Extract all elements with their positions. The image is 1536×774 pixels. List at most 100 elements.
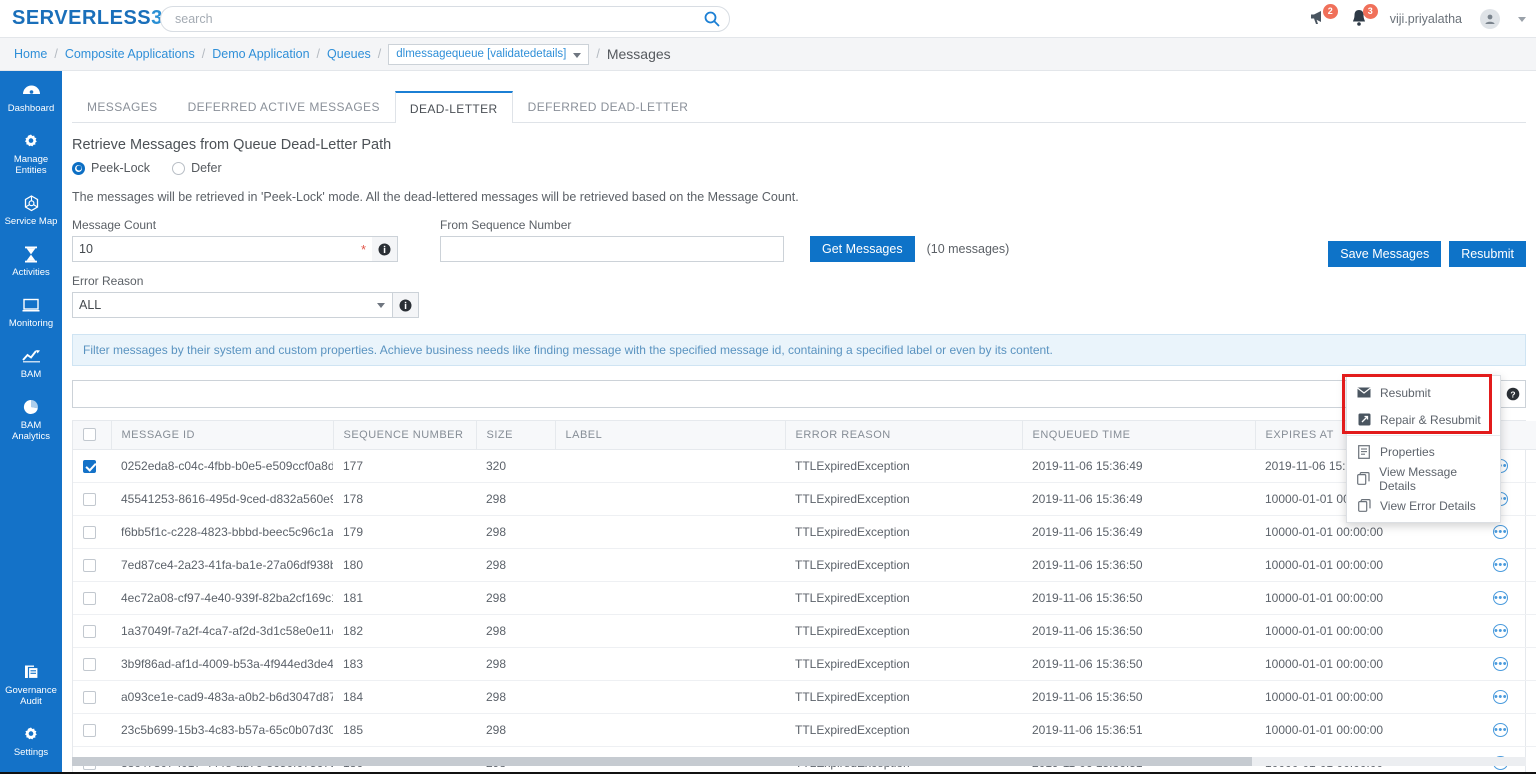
- scrollbar-thumb[interactable]: [72, 757, 1252, 766]
- queue-select-value: dlmessagequeue [validatedetails]: [396, 48, 566, 60]
- table-row[interactable]: 0252eda8-c04c-4fbb-b0e5-e509ccf0a8d61773…: [73, 449, 1536, 482]
- error-reason-select[interactable]: [72, 292, 393, 318]
- notifications-icon[interactable]: 3: [1350, 8, 1372, 30]
- cell-sequence-number: 180: [333, 548, 476, 581]
- sidebar-item-bam[interactable]: BAM: [0, 337, 62, 388]
- row-checkbox[interactable]: [83, 691, 96, 704]
- avatar[interactable]: [1480, 9, 1500, 29]
- sidebar-item-bam-analytics[interactable]: BAM Analytics: [0, 388, 62, 450]
- error-reason-info-icon[interactable]: [393, 292, 419, 318]
- horizontal-scrollbar[interactable]: [72, 757, 1526, 766]
- sidebar-item-monitoring[interactable]: Monitoring: [0, 286, 62, 337]
- column-sequence-number[interactable]: SEQUENCE NUMBER: [333, 421, 476, 449]
- sidebar-item-service-map[interactable]: Service Map: [0, 184, 62, 235]
- radio-defer[interactable]: Defer: [172, 161, 222, 175]
- column-label[interactable]: LABEL: [555, 421, 785, 449]
- radio-peek-lock[interactable]: Peek-Lock: [72, 161, 150, 175]
- table-row[interactable]: a093ce1e-cad9-483a-a0b2-b6d3047d87361842…: [73, 680, 1536, 713]
- required-marker: *: [361, 242, 366, 257]
- breadcrumb-item-composite-applications[interactable]: Composite Applications: [65, 47, 195, 61]
- breadcrumb-item-queues[interactable]: Queues: [327, 47, 371, 61]
- sidebar-item-activities[interactable]: Activities: [0, 235, 62, 286]
- ellipsis-icon[interactable]: •••: [1493, 525, 1508, 539]
- get-messages-button[interactable]: Get Messages: [810, 236, 915, 262]
- tab-deferred-dead-letter[interactable]: DEFERRED DEAD-LETTER: [513, 90, 704, 122]
- ellipsis-icon[interactable]: •••: [1493, 690, 1508, 704]
- search-input[interactable]: [160, 6, 730, 32]
- message-count-control: *: [72, 236, 398, 262]
- table-row[interactable]: 1a37049f-7a2f-4ca7-af2d-3d1c58e0e11d1822…: [73, 614, 1536, 647]
- ellipsis-icon[interactable]: •••: [1493, 723, 1508, 737]
- table-row[interactable]: 7ed87ce4-2a23-41fa-ba1e-27a06df938b51802…: [73, 548, 1536, 581]
- row-checkbox[interactable]: [83, 724, 96, 737]
- row-checkbox[interactable]: [83, 493, 96, 506]
- queue-select[interactable]: dlmessagequeue [validatedetails]: [388, 44, 589, 65]
- message-count-label: Message Count: [72, 218, 398, 232]
- column-size[interactable]: SIZE: [476, 421, 555, 449]
- cell-expires-at: 10000-01-01 00:00:00: [1255, 614, 1483, 647]
- menu-item-view-message-details[interactable]: View Message Details: [1347, 465, 1500, 492]
- menu-item-repair-resubmit[interactable]: Repair & Resubmit: [1347, 406, 1500, 433]
- messages-table: MESSAGE ID SEQUENCE NUMBER SIZE LABEL ER…: [73, 421, 1536, 774]
- column-message-id[interactable]: MESSAGE ID: [111, 421, 333, 449]
- filter-input[interactable]: [72, 380, 1444, 408]
- sidebar-item-dashboard[interactable]: Dashboard: [0, 71, 62, 122]
- cell-message-id: 45541253-8616-495d-9ced-d832a560e9b2: [111, 482, 333, 515]
- copy-icon: [1357, 499, 1371, 512]
- tab-messages[interactable]: MESSAGES: [72, 90, 173, 122]
- table-row[interactable]: 4ec72a08-cf97-4e40-939f-82ba2cf169c11812…: [73, 581, 1536, 614]
- column-error-reason[interactable]: ERROR REASON: [785, 421, 1022, 449]
- chevron-down-icon[interactable]: [1518, 17, 1526, 22]
- menu-item-view-error-details[interactable]: View Error Details: [1347, 492, 1500, 519]
- from-sequence-group: From Sequence Number: [440, 218, 784, 262]
- message-count-info-icon[interactable]: [372, 236, 398, 262]
- message-count-group: Message Count *: [72, 218, 398, 262]
- messages-table-wrap: MESSAGE ID SEQUENCE NUMBER SIZE LABEL ER…: [72, 420, 1526, 774]
- table-row[interactable]: 45541253-8616-495d-9ced-d832a560e9b21782…: [73, 482, 1536, 515]
- sidebar-item-manage-entities[interactable]: Manage Entities: [0, 122, 62, 184]
- row-checkbox[interactable]: [83, 460, 96, 473]
- from-sequence-input[interactable]: [440, 236, 784, 262]
- row-checkbox[interactable]: [83, 559, 96, 572]
- from-sequence-label: From Sequence Number: [440, 218, 784, 232]
- menu-item-properties[interactable]: Properties: [1347, 438, 1500, 465]
- breadcrumb-separator: /: [378, 47, 381, 61]
- sidebar-bottom-group: Governance Audit Settings: [0, 653, 62, 766]
- table-row[interactable]: 3b9f86ad-af1d-4009-b53a-4f944ed3de4c1832…: [73, 647, 1536, 680]
- ellipsis-icon[interactable]: •••: [1493, 591, 1508, 605]
- cell-size: 298: [476, 482, 555, 515]
- cell-sequence-number: 183: [333, 647, 476, 680]
- row-select-cell: [73, 515, 111, 548]
- row-checkbox[interactable]: [83, 625, 96, 638]
- sidebar-label: Manage Entities: [2, 154, 60, 176]
- table-body: 0252eda8-c04c-4fbb-b0e5-e509ccf0a8d61773…: [73, 449, 1536, 774]
- ellipsis-icon[interactable]: •••: [1493, 624, 1508, 638]
- breadcrumb-item-home[interactable]: Home: [14, 47, 47, 61]
- ellipsis-icon[interactable]: •••: [1493, 558, 1508, 572]
- tab-deferred-active-messages[interactable]: DEFERRED ACTIVE MESSAGES: [173, 90, 395, 122]
- column-enqueued-time[interactable]: ENQUEUED TIME: [1022, 421, 1255, 449]
- ellipsis-icon[interactable]: •••: [1493, 657, 1508, 671]
- announcements-badge: 2: [1323, 4, 1338, 19]
- sidebar-item-settings[interactable]: Settings: [0, 715, 62, 766]
- cell-label: [555, 581, 785, 614]
- menu-item-resubmit[interactable]: Resubmit: [1347, 379, 1500, 406]
- cell-enqueued-time: 2019-11-06 15:36:49: [1022, 449, 1255, 482]
- search-icon[interactable]: [703, 10, 721, 28]
- sidebar-item-governance-audit[interactable]: Governance Audit: [0, 653, 62, 715]
- resubmit-button[interactable]: Resubmit: [1449, 241, 1526, 267]
- cell-size: 298: [476, 614, 555, 647]
- sidebar-label: BAM Analytics: [2, 420, 60, 442]
- row-checkbox[interactable]: [83, 592, 96, 605]
- breadcrumb-item-demo-application[interactable]: Demo Application: [212, 47, 309, 61]
- table-row[interactable]: f6bb5f1c-c228-4823-bbbd-beec5c96c1a11792…: [73, 515, 1536, 548]
- select-all-checkbox[interactable]: [83, 428, 96, 441]
- save-messages-button[interactable]: Save Messages: [1328, 241, 1441, 267]
- row-checkbox[interactable]: [83, 526, 96, 539]
- tab-dead-letter[interactable]: DEAD-LETTER: [395, 91, 513, 123]
- announcements-icon[interactable]: 2: [1310, 8, 1332, 30]
- table-row[interactable]: 23c5b699-15b3-4c83-b57a-65c0b07d301b1852…: [73, 713, 1536, 746]
- question-mark-icon[interactable]: ?: [1500, 380, 1526, 408]
- message-count-input[interactable]: [72, 236, 377, 262]
- row-checkbox[interactable]: [83, 658, 96, 671]
